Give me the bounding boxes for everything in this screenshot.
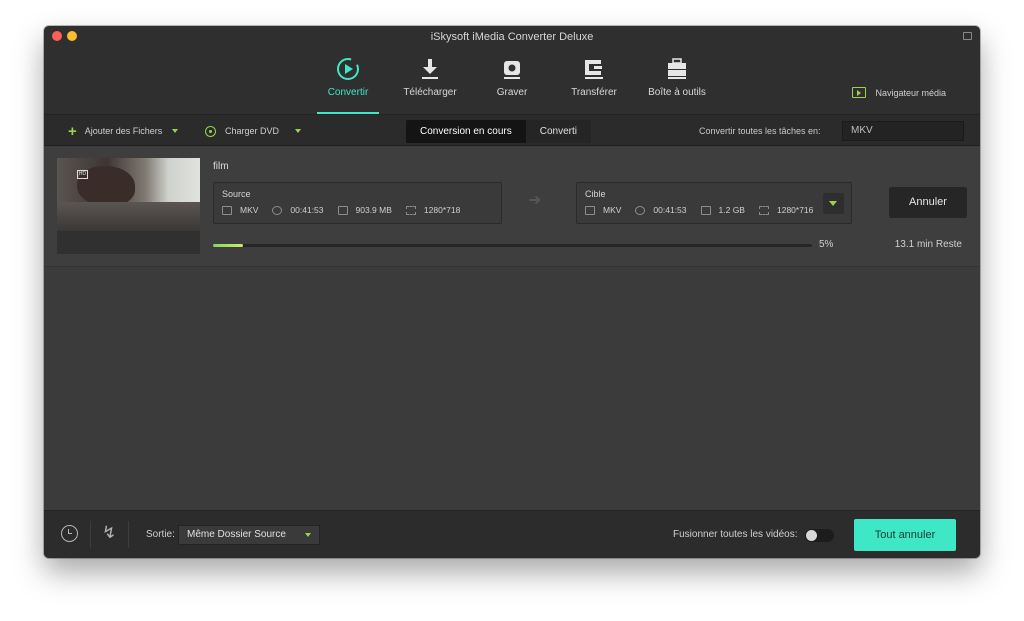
chevron-down-icon bbox=[295, 129, 302, 133]
progress-bar bbox=[213, 244, 812, 247]
source-header: Source bbox=[222, 189, 251, 199]
media-browser-label: Navigateur média bbox=[875, 87, 946, 98]
tab-convert-label: Convertir bbox=[327, 87, 369, 98]
clock-icon bbox=[272, 205, 283, 215]
download-icon bbox=[417, 56, 443, 82]
target-format: MKV bbox=[603, 205, 622, 215]
thumbnail-image bbox=[57, 158, 200, 231]
hd-badge-icon: HD bbox=[77, 170, 88, 179]
app-window: iSkysoft iMedia Converter Deluxe Convert… bbox=[44, 26, 980, 558]
tab-burn-label: Graver bbox=[496, 87, 528, 98]
top-bar: iSkysoft iMedia Converter Deluxe Convert… bbox=[44, 26, 980, 114]
progress-percent: 5% bbox=[819, 239, 834, 250]
chevron-down-icon bbox=[172, 129, 179, 133]
cancel-button[interactable]: Annuler bbox=[889, 187, 967, 218]
tab-converting[interactable]: Conversion en cours bbox=[406, 120, 526, 143]
source-duration: 00:41:53 bbox=[290, 205, 324, 215]
dvd-icon bbox=[205, 125, 216, 137]
divider bbox=[90, 521, 91, 548]
tab-download-label: Télécharger bbox=[403, 87, 457, 98]
target-info: Cible MKV 00:41:53 1.2 GB 1280*716 bbox=[576, 182, 852, 224]
convert-play-icon bbox=[335, 56, 361, 82]
toolbar: + Ajouter des Fichers Charger DVD Conver… bbox=[44, 114, 980, 146]
toolbox-icon bbox=[664, 56, 690, 82]
source-resolution: 1280*718 bbox=[423, 205, 461, 215]
transfer-icon bbox=[581, 56, 607, 82]
source-format: MKV bbox=[240, 205, 259, 215]
tab-toolbox[interactable]: Boîte à outils bbox=[637, 56, 717, 114]
video-thumbnail[interactable]: HD bbox=[57, 158, 200, 254]
footer-bar: ↯ Sortie: Même Dossier Source Fusionner … bbox=[44, 510, 980, 558]
media-browser-button[interactable]: Navigateur média bbox=[852, 87, 946, 98]
target-size: 1.2 GB bbox=[718, 205, 745, 215]
tab-burn[interactable]: Graver bbox=[473, 56, 551, 114]
resolution-icon bbox=[405, 205, 416, 215]
source-info: Source MKV 00:41:53 903.9 MB 1280*718 bbox=[213, 182, 502, 224]
format-icon bbox=[585, 205, 595, 215]
feedback-icon[interactable] bbox=[963, 32, 972, 40]
add-files-button[interactable]: + Ajouter des Fichers bbox=[68, 115, 179, 147]
folder-icon bbox=[337, 205, 348, 215]
merge-videos-label: Fusionner toutes les vidéos: bbox=[673, 529, 798, 540]
tab-toolbox-label: Boîte à outils bbox=[648, 87, 706, 98]
convert-all-format-select[interactable]: MKV bbox=[842, 121, 964, 141]
target-duration: 00:41:53 bbox=[653, 205, 687, 215]
load-dvd-button[interactable]: Charger DVD bbox=[205, 115, 302, 147]
file-name: film bbox=[213, 161, 229, 172]
target-format-dropdown[interactable] bbox=[823, 193, 844, 214]
cancel-all-button[interactable]: Tout annuler bbox=[854, 519, 956, 551]
media-browser-icon bbox=[852, 87, 867, 98]
divider bbox=[128, 521, 129, 548]
alarm-clock-icon[interactable] bbox=[61, 525, 78, 542]
clock-icon bbox=[635, 205, 646, 215]
time-remaining: 13.1 min Reste bbox=[894, 239, 962, 250]
output-folder-select[interactable]: Même Dossier Source bbox=[178, 525, 320, 545]
plus-icon: + bbox=[68, 122, 77, 140]
source-size: 903.9 MB bbox=[355, 205, 392, 215]
add-files-label: Ajouter des Fichers bbox=[84, 126, 163, 136]
folder-icon bbox=[700, 205, 711, 215]
lightning-icon[interactable]: ↯ bbox=[102, 523, 116, 543]
file-row: HD film Source MKV 00:41:53 903.9 MB 128… bbox=[44, 147, 980, 267]
tab-download[interactable]: Télécharger bbox=[391, 56, 469, 114]
output-label: Sortie: bbox=[146, 529, 175, 540]
resolution-icon bbox=[758, 205, 769, 215]
arrow-right-icon: ➜ bbox=[528, 192, 542, 209]
merge-videos-toggle[interactable] bbox=[805, 529, 834, 542]
window-title: iSkysoft iMedia Converter Deluxe bbox=[430, 31, 594, 43]
target-resolution: 1280*716 bbox=[776, 205, 814, 215]
thumbnail-controls bbox=[57, 231, 200, 254]
tab-transfer[interactable]: Transférer bbox=[555, 56, 633, 114]
progress-fill bbox=[213, 244, 243, 247]
tab-converted[interactable]: Converti bbox=[525, 120, 591, 143]
target-header: Cible bbox=[585, 189, 606, 199]
load-dvd-label: Charger DVD bbox=[225, 126, 280, 136]
tab-convert[interactable]: Convertir bbox=[309, 56, 387, 114]
format-icon bbox=[222, 205, 232, 215]
burn-disc-icon bbox=[499, 56, 525, 82]
conversion-segment-control: Conversion en cours Converti bbox=[406, 120, 591, 143]
convert-all-label: Convertir toutes les tâches en: bbox=[699, 126, 821, 136]
tab-transfer-label: Transférer bbox=[571, 87, 617, 98]
